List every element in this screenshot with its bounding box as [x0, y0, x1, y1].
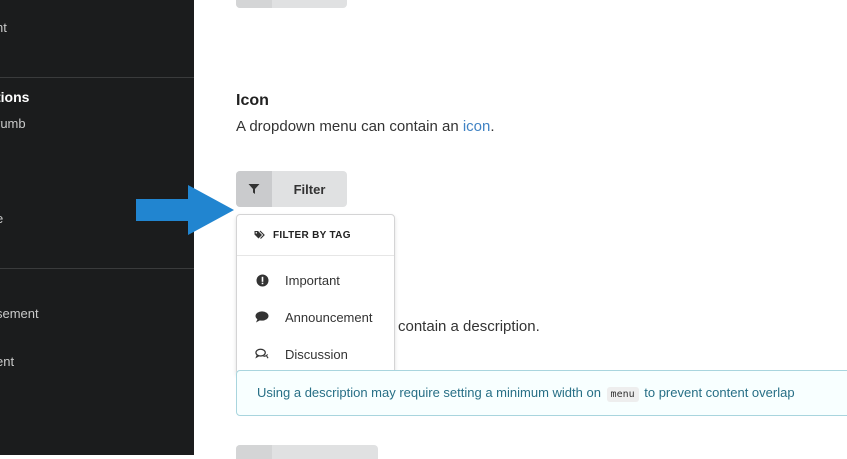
comment-icon: [255, 310, 269, 324]
menu-header-label: FILTER BY TAG: [273, 229, 351, 241]
menu-item-announcement[interactable]: Announcement: [237, 302, 394, 332]
sidebar-item[interactable]: sement: [0, 306, 39, 321]
section-description-suffix: .: [490, 118, 495, 135]
menu-item-important[interactable]: Important: [237, 265, 394, 295]
pointer-arrow-icon: [136, 185, 234, 235]
info-text-prefix: Using a description may require setting …: [257, 385, 605, 400]
menu-item-label: Important: [285, 272, 340, 288]
menu-item-label: Discussion: [285, 346, 348, 362]
dropdown-menu: FILTER BY TAG Important Announcement Dis…: [236, 214, 395, 375]
menu-item-label: Announcement: [285, 309, 373, 325]
sidebar-item[interactable]: ent: [0, 354, 14, 369]
info-message-text: Using a description may require setting …: [257, 385, 795, 402]
sidebar-divider: [0, 268, 194, 269]
section-title: Icon: [236, 92, 269, 109]
comments-icon: [255, 347, 269, 361]
section-description-text: A dropdown menu can contain an: [236, 118, 463, 135]
menu-item-discussion[interactable]: Discussion: [237, 339, 394, 369]
info-message: Using a description may require setting …: [236, 370, 847, 416]
menu-header: FILTER BY TAG: [237, 215, 394, 255]
sidebar-item[interactable]: rumb: [0, 116, 26, 131]
main-content: Icon A dropdown menu can contain an icon…: [194, 0, 847, 459]
sidebar-section-header[interactable]: tions: [0, 89, 29, 105]
icon-link[interactable]: icon: [463, 118, 491, 135]
menu-divider: [237, 255, 394, 256]
filter-button-label: Filter: [293, 181, 326, 197]
section-description: A dropdown menu can contain an icon.: [236, 118, 495, 135]
info-text-suffix: to prevent content overlap: [640, 385, 795, 400]
sidebar-item[interactable]: e: [0, 211, 3, 226]
filter-icon: [236, 171, 272, 207]
tags-icon: [254, 230, 265, 239]
sidebar-divider: [0, 77, 194, 78]
filter-dropdown-button[interactable]: Filter: [236, 171, 347, 207]
exclamation-circle-icon: [255, 273, 269, 287]
description-partial-text: contain a description.: [398, 318, 540, 335]
code-menu: menu: [606, 387, 639, 402]
sidebar-item[interactable]: nt: [0, 20, 7, 35]
example-button-partial[interactable]: [236, 0, 347, 8]
example-button-partial[interactable]: [236, 445, 378, 459]
